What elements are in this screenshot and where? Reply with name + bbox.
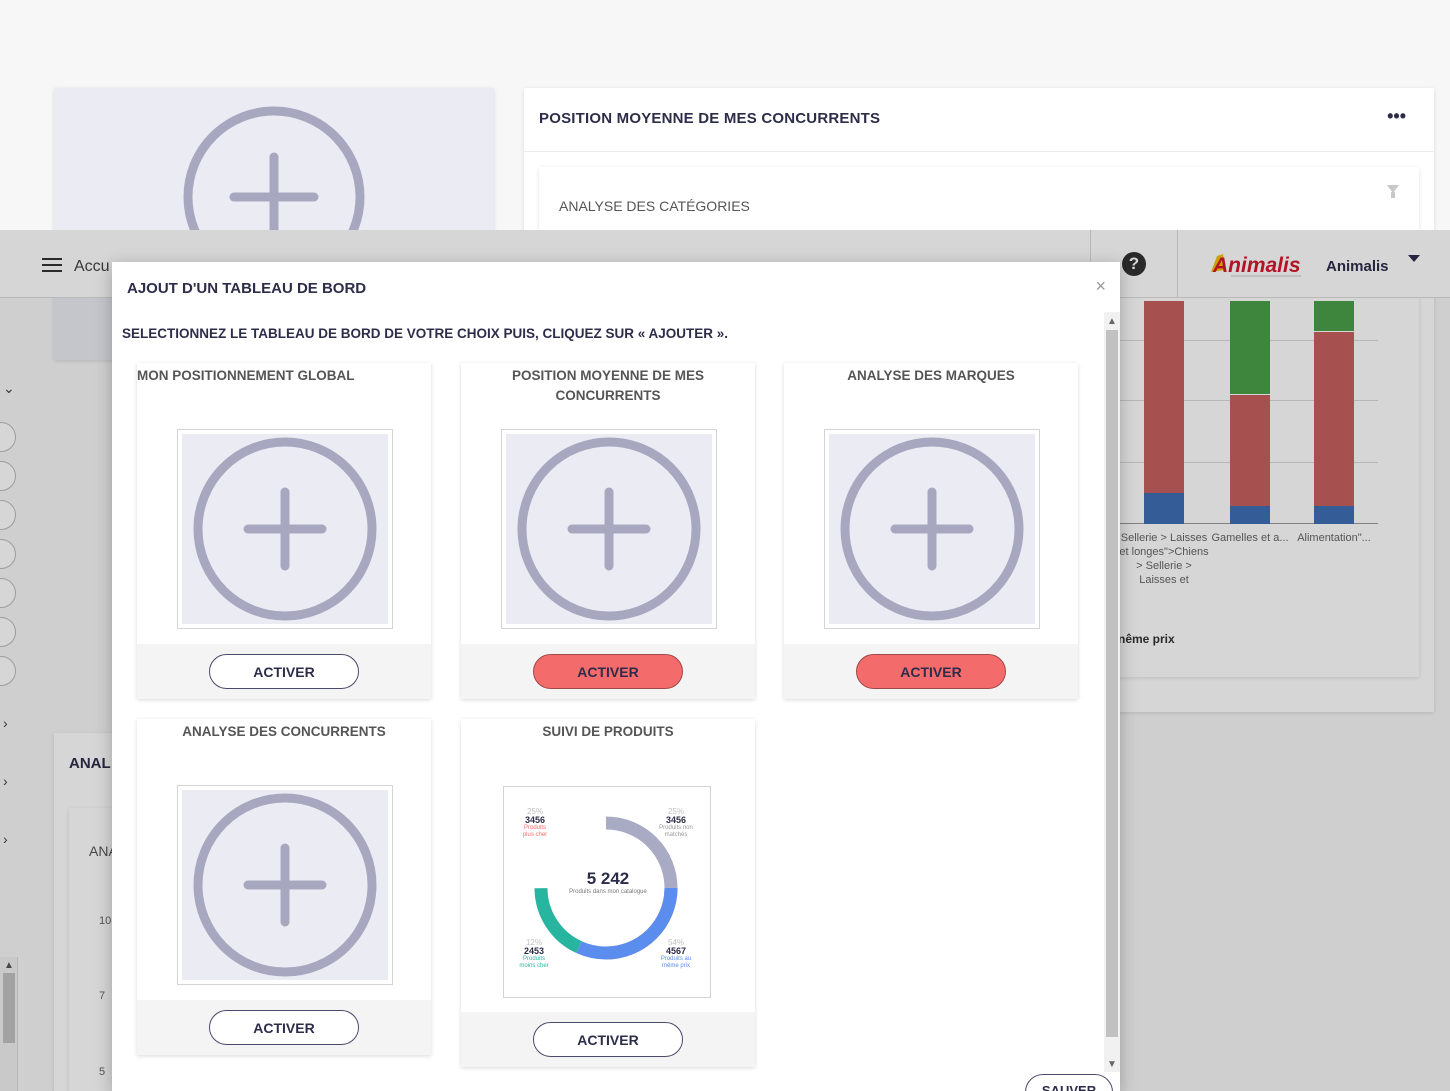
- card-footer: ACTIVER: [137, 1000, 431, 1055]
- widget-title: POSITION MOYENNE DE MES CONCURRENTS: [539, 110, 881, 127]
- product-tracking-preview: 5 242 Produits dans mon catalogue 25% 34…: [503, 786, 711, 998]
- card-title: POSITION MOYENNE DE MES CONCURRENTS: [511, 368, 705, 403]
- add-circle-icon: [193, 793, 377, 977]
- add-dashboard-modal: AJOUT D'UN TABLEAU DE BORD × SELECTIONNE…: [112, 262, 1120, 1091]
- donut-total-caption: Produits dans mon catalogue: [569, 889, 647, 895]
- card-title: MON POSITIONNEMENT GLOBAL: [137, 368, 355, 383]
- donut-label-cheaper: 12% 2453 Produits moins cher: [519, 938, 549, 969]
- donut-center: 5 242 Produits dans mon catalogue: [556, 869, 660, 895]
- panel-subtitle: ANALYSE DES CATÉGORIES: [559, 198, 750, 214]
- card-footer: ACTIVER: [461, 644, 755, 699]
- card-thumbnail: [177, 429, 393, 629]
- activate-button[interactable]: ACTIVER: [533, 654, 683, 689]
- add-circle-icon: [840, 437, 1024, 621]
- filter-icon[interactable]: [1387, 185, 1399, 198]
- scrollbar-thumb[interactable]: [1106, 330, 1118, 1037]
- activate-button[interactable]: ACTIVER: [856, 654, 1006, 689]
- dashboard-card-competitors-analysis[interactable]: ANALYSE DES CONCURRENTS ACTIVER: [137, 719, 431, 1055]
- card-footer: ACTIVER: [137, 644, 431, 699]
- card-thumbnail: [501, 429, 717, 629]
- dashboard-card-competitors-position[interactable]: POSITION MOYENNE DE MES CONCURRENTS ACTI…: [461, 363, 755, 699]
- more-options-icon[interactable]: •••: [1387, 106, 1406, 127]
- dashboard-card-brands-analysis[interactable]: ANALYSE DES MARQUES ACTIVER: [784, 363, 1078, 699]
- save-button[interactable]: SAUVER: [1025, 1074, 1113, 1091]
- donut-label-more-expensive: 25% 3456 Produits plus cher: [522, 807, 548, 838]
- card-title: ANALYSE DES CONCURRENTS: [182, 724, 386, 739]
- add-circle-icon: [517, 437, 701, 621]
- modal-title: AJOUT D'UN TABLEAU DE BORD: [127, 280, 367, 297]
- card-footer: ACTIVER: [461, 1012, 755, 1067]
- card-title: SUIVI DE PRODUITS: [542, 724, 674, 739]
- donut-label-same-price: 54% 4567 Produits au même prix: [660, 938, 692, 969]
- divider: [524, 151, 1434, 152]
- activate-button[interactable]: ACTIVER: [533, 1022, 683, 1057]
- donut-total: 5 242: [586, 869, 630, 888]
- donut-label-unmatched: 25% 3456 Produits non matchés: [659, 807, 693, 838]
- dashboard-card-global-positioning[interactable]: MON POSITIONNEMENT GLOBAL ACTIVER: [137, 363, 431, 699]
- scroll-down-icon[interactable]: ▼: [1107, 1059, 1117, 1070]
- card-title: ANALYSE DES MARQUES: [847, 368, 1015, 383]
- scroll-up-icon[interactable]: ▲: [1107, 316, 1117, 327]
- modal-scrollbar[interactable]: ▲ ▼: [1104, 312, 1120, 1072]
- close-icon[interactable]: ×: [1095, 276, 1106, 297]
- activate-button[interactable]: ACTIVER: [209, 654, 359, 689]
- add-circle-icon: [193, 437, 377, 621]
- card-thumbnail: [824, 429, 1040, 629]
- card-footer: ACTIVER: [784, 644, 1078, 699]
- dashboard-card-product-tracking[interactable]: SUIVI DE PRODUITS 5 242 Produits dans mo…: [461, 719, 755, 1067]
- activate-button[interactable]: ACTIVER: [209, 1010, 359, 1045]
- card-thumbnail: [177, 785, 393, 985]
- modal-instruction: SELECTIONNEZ LE TABLEAU DE BORD DE VOTRE…: [122, 326, 729, 341]
